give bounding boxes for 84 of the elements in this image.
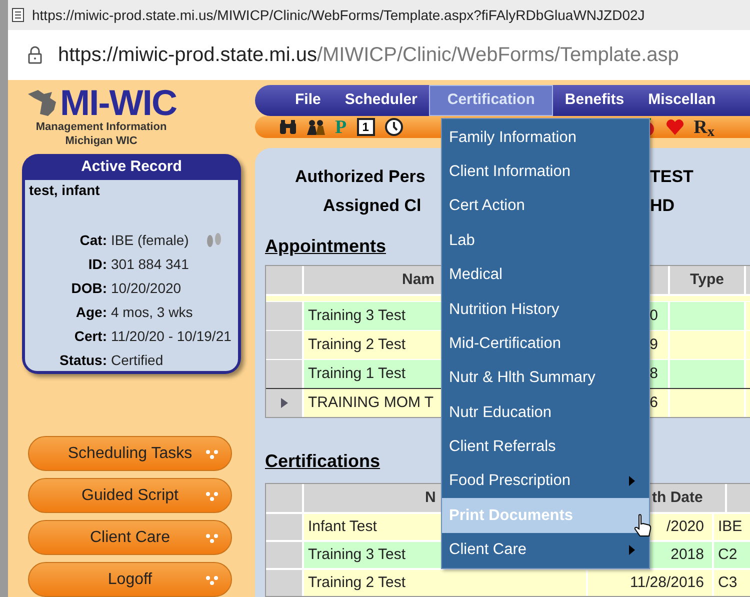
table-cell-text: 2018 bbox=[670, 544, 704, 565]
table-cell-text: IBE bbox=[718, 516, 742, 537]
submenu-arrow-icon bbox=[629, 544, 635, 555]
binoculars-icon[interactable] bbox=[279, 119, 297, 135]
dots-icon bbox=[205, 490, 219, 502]
header-text: TEST bbox=[650, 166, 694, 188]
header-text: Assigned Cl bbox=[323, 196, 422, 215]
current-row-icon bbox=[280, 398, 288, 408]
dropdown-item[interactable]: Nutr & Hlth Summary bbox=[442, 360, 649, 396]
dropdown-item[interactable]: Lab bbox=[442, 223, 649, 258]
dropdown-item[interactable]: Client Care bbox=[442, 532, 649, 568]
dots-icon bbox=[205, 532, 219, 544]
dropdown-item[interactable]: Client Information bbox=[442, 154, 649, 189]
address-url: https://miwic-prod.state.mi.us/MIWICP/Clinic/WebForms/Template.asp bbox=[58, 43, 679, 68]
card-title: Active Record bbox=[80, 157, 183, 177]
menu-item[interactable]: Certification bbox=[429, 85, 553, 116]
field-label: Age: bbox=[74, 302, 107, 322]
lock-icon[interactable] bbox=[28, 46, 42, 64]
side-menu-button[interactable]: Scheduling Tasks bbox=[28, 436, 232, 471]
row-header[interactable] bbox=[266, 389, 304, 417]
field-label: Status: bbox=[58, 350, 107, 370]
column-header: N bbox=[425, 488, 436, 508]
submenu-arrow-icon bbox=[629, 476, 635, 486]
side-menu-button[interactable]: Logoff bbox=[28, 562, 232, 597]
client-name: test, infant bbox=[29, 181, 101, 200]
menu-item[interactable]: Scheduler bbox=[332, 85, 430, 116]
field-value: 10/20/2020 bbox=[111, 278, 182, 298]
dropdown-item[interactable]: Nutrition History bbox=[442, 292, 649, 326]
section-title: Certifications bbox=[265, 450, 380, 473]
dropdown-item[interactable]: Cert Action bbox=[442, 188, 649, 224]
table-cell-text: Training 3 Test bbox=[308, 306, 406, 326]
clock-icon[interactable] bbox=[384, 118, 403, 136]
field-value: 11/20/20 - 10/19/21 bbox=[111, 326, 232, 346]
field-value: IBE (female) bbox=[111, 230, 189, 250]
table-cell-text: 6 bbox=[650, 392, 658, 413]
field-value: 301 884 341 bbox=[111, 254, 189, 274]
logo-subtitle: Management Information bbox=[36, 121, 167, 135]
dots-icon bbox=[205, 574, 219, 586]
table-cell-text: Infant Test bbox=[308, 516, 377, 537]
header-text: Authorized Pers bbox=[295, 166, 426, 186]
logo-subtitle: Michigan WIC bbox=[65, 135, 138, 149]
letter-icon[interactable]: R$_{x}$ bbox=[694, 118, 714, 136]
table-cell-text: Training 1 Test bbox=[308, 364, 406, 384]
table-cell-text: C2 bbox=[718, 544, 738, 565]
side-menu-button[interactable]: Client Care bbox=[28, 520, 232, 555]
page-url: https://miwic-prod.state.mi.us/MIWICP/Clinic/WebForms/Template.aspx?fiFAlyRDbGluaWNJZD02J bbox=[32, 6, 645, 25]
menu-item[interactable]: Benefits bbox=[552, 85, 636, 116]
table-cell-text: 9 bbox=[650, 334, 658, 355]
table-cell-text: 8 bbox=[650, 364, 658, 384]
field-label: Cert: bbox=[73, 326, 107, 346]
table-cell-text: /2020 bbox=[666, 516, 704, 537]
side-menu-button[interactable]: Guided Script bbox=[28, 478, 232, 513]
dropdown-item[interactable]: Client Referrals bbox=[442, 430, 649, 464]
table-cell-text: 0 bbox=[650, 306, 658, 326]
field-value: Certified bbox=[111, 350, 164, 370]
menu-item[interactable]: File bbox=[283, 85, 333, 116]
column-header: Nam bbox=[402, 270, 435, 290]
dropdown-item[interactable]: Mid-Certification bbox=[442, 326, 649, 361]
calendar-icon[interactable]: 1 bbox=[356, 118, 375, 136]
field-value: 4 mos, 3 wks bbox=[111, 302, 193, 322]
column-header: Type bbox=[690, 270, 724, 290]
field-label: Cat: bbox=[78, 230, 107, 250]
document-icon bbox=[12, 8, 24, 22]
dropdown-item[interactable]: Nutr Education bbox=[442, 395, 649, 430]
column-header: th Date bbox=[652, 488, 703, 508]
section-title: Appointments bbox=[265, 235, 386, 258]
people-icon[interactable] bbox=[307, 119, 325, 135]
dropdown-item[interactable]: Food Prescription bbox=[442, 464, 649, 498]
menu-item[interactable]: Miscellan bbox=[636, 85, 728, 116]
table-cell-text: Training 2 Test bbox=[308, 334, 406, 355]
heart-icon[interactable] bbox=[666, 119, 684, 135]
table-cell-text: 11/28/2016 bbox=[630, 572, 704, 593]
field-label: ID: bbox=[87, 254, 107, 274]
table-cell-text: TRAINING MOM T bbox=[308, 392, 434, 413]
table-cell-text: Training 3 Test bbox=[308, 544, 406, 565]
table-cell-text: C3 bbox=[718, 572, 738, 593]
header-text: HD bbox=[650, 194, 675, 217]
dropdown-item[interactable]: Medical bbox=[442, 258, 649, 292]
logo-title: MI-WIC bbox=[60, 85, 177, 122]
footprints-icon bbox=[204, 232, 223, 248]
table-cell-text: Training 2 Test bbox=[308, 572, 406, 593]
dropdown-item[interactable]: Family Information bbox=[442, 120, 649, 154]
field-label: DOB: bbox=[70, 278, 107, 298]
dots-icon bbox=[205, 448, 219, 460]
